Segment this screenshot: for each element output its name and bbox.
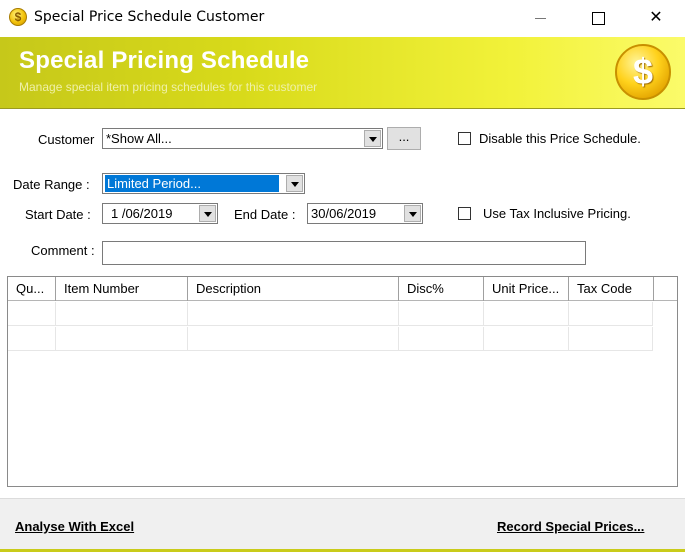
end-date-value: 30/06/2019 <box>311 206 377 221</box>
price-schedule-table[interactable]: Qu... Item Number Description Disc% Unit… <box>7 276 678 487</box>
table-row[interactable] <box>8 327 653 351</box>
column-header-disc[interactable]: Disc% <box>399 277 484 301</box>
column-header-description[interactable]: Description <box>188 277 399 301</box>
table-cell[interactable] <box>188 302 399 326</box>
end-date-label: End Date : <box>234 207 296 222</box>
chevron-down-icon[interactable] <box>199 205 216 222</box>
start-date-value: 1 /06/2019 <box>111 206 173 221</box>
start-date-label: Start Date : <box>25 207 91 222</box>
date-range-select-value: Limited Period... <box>105 175 279 192</box>
title-bar: $ Special Price Schedule Customer ✕ <box>0 0 685 36</box>
dollar-coin-icon: $ <box>615 44 671 100</box>
start-date-picker[interactable]: 1 /06/2019 <box>102 203 218 224</box>
table-header: Qu... Item Number Description Disc% Unit… <box>8 277 677 301</box>
header-banner: Special Pricing Schedule Manage special … <box>0 37 685 108</box>
footer-bar: Analyse With Excel Record Special Prices… <box>0 498 685 552</box>
tax-inclusive-label: Use Tax Inclusive Pricing. <box>483 206 631 221</box>
banner-subtitle: Manage special item pricing schedules fo… <box>19 80 318 94</box>
table-cell[interactable] <box>399 327 484 351</box>
maximize-button[interactable] <box>575 0 621 36</box>
table-cell[interactable] <box>188 327 399 351</box>
banner-title: Special Pricing Schedule <box>19 47 310 74</box>
table-cell[interactable] <box>484 327 569 351</box>
table-cell[interactable] <box>8 327 56 351</box>
banner-divider <box>0 108 685 109</box>
table-cell[interactable] <box>569 327 653 351</box>
chevron-down-icon[interactable] <box>364 130 381 147</box>
end-date-picker[interactable]: 30/06/2019 <box>307 203 423 224</box>
table-cell[interactable] <box>56 327 188 351</box>
table-cell[interactable] <box>484 302 569 326</box>
chevron-down-icon[interactable] <box>286 175 303 192</box>
close-button[interactable]: ✕ <box>633 0 679 36</box>
disable-schedule-label: Disable this Price Schedule. <box>479 131 641 146</box>
chevron-down-icon[interactable] <box>404 205 421 222</box>
analyse-with-excel-link[interactable]: Analyse With Excel <box>15 519 134 534</box>
column-header-tax-code[interactable]: Tax Code <box>569 277 654 301</box>
column-header-item-number[interactable]: Item Number <box>56 277 188 301</box>
customer-label: Customer <box>38 132 95 147</box>
table-cell[interactable] <box>399 302 484 326</box>
dollar-coin-icon: $ <box>9 8 27 26</box>
table-row[interactable] <box>8 302 653 326</box>
window-title: Special Price Schedule Customer <box>34 9 265 25</box>
tax-inclusive-checkbox[interactable] <box>458 207 471 220</box>
table-cell[interactable] <box>569 302 653 326</box>
table-cell[interactable] <box>8 302 56 326</box>
record-special-prices-link[interactable]: Record Special Prices... <box>497 519 644 534</box>
comment-label: Comment : <box>31 243 95 258</box>
column-header-unit-price[interactable]: Unit Price... <box>484 277 569 301</box>
column-header-qty[interactable]: Qu... <box>8 277 56 301</box>
customer-select-value: *Show All... <box>106 131 172 146</box>
table-cell[interactable] <box>56 302 188 326</box>
date-range-label: Date Range : <box>13 177 90 192</box>
date-range-select[interactable]: Limited Period... <box>102 173 305 194</box>
minimize-button[interactable] <box>517 0 563 36</box>
disable-schedule-checkbox[interactable] <box>458 132 471 145</box>
customer-select[interactable]: *Show All... <box>102 128 383 149</box>
browse-customer-button[interactable]: ... <box>387 127 421 150</box>
comment-input[interactable] <box>102 241 586 265</box>
